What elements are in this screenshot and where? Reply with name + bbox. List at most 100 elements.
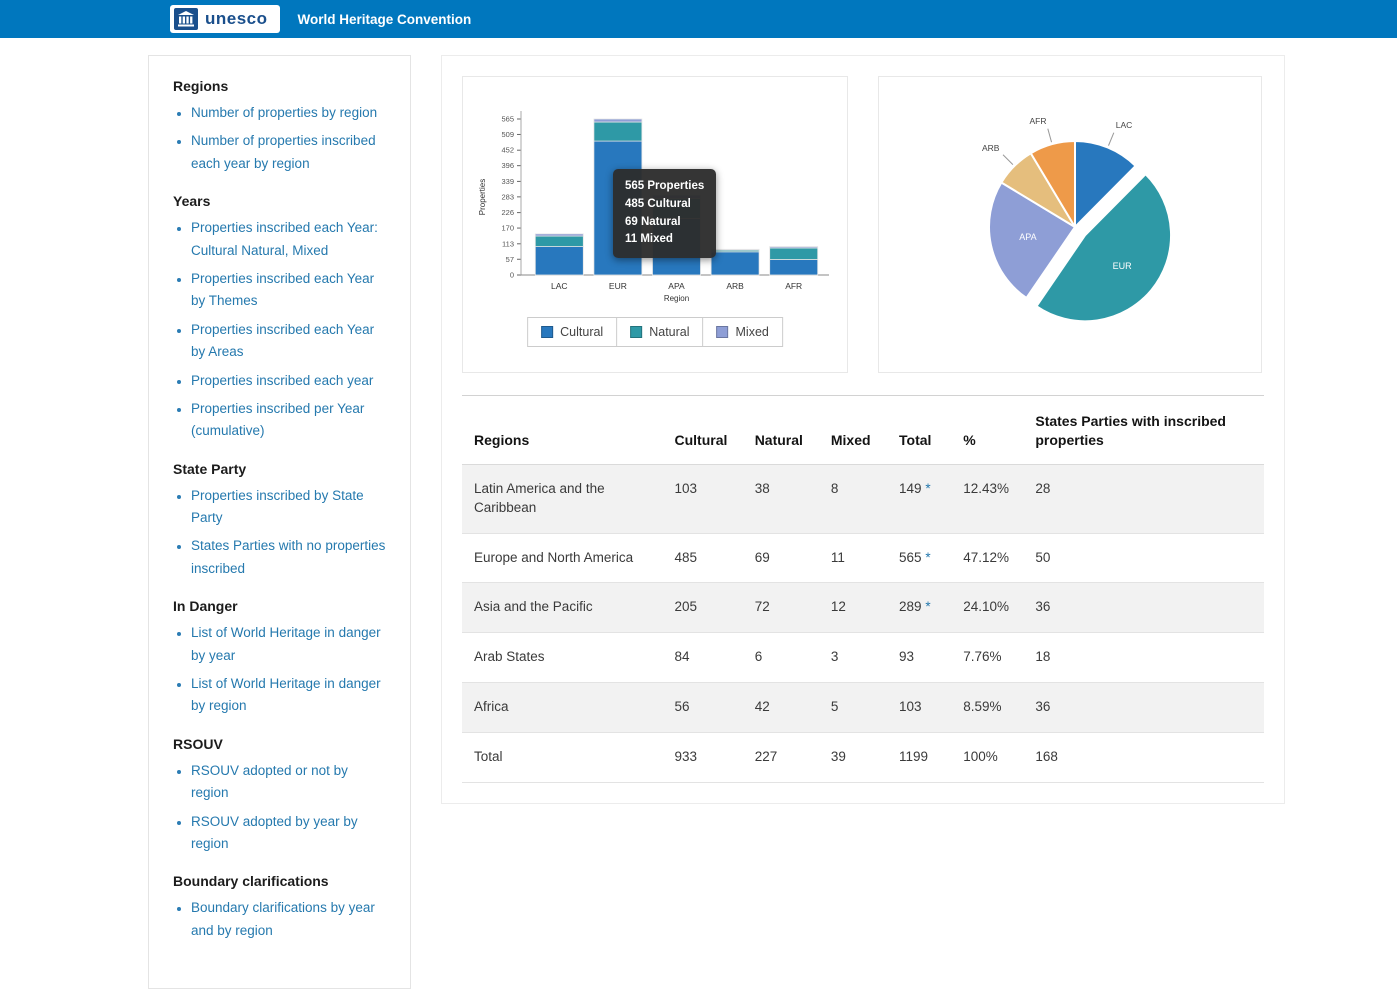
table-cell: 8.59%	[951, 683, 1023, 733]
legend-swatch	[717, 326, 729, 338]
total-footnote-link[interactable]: *	[922, 550, 931, 565]
bar-segment-AFR-Natural[interactable]	[770, 248, 818, 260]
sidebar-item: Properties inscribed by State Party	[191, 485, 386, 530]
table-cell: 3	[819, 633, 887, 683]
sidebar-section-title: RSOUV	[173, 736, 386, 752]
column-header: Mixed	[819, 396, 887, 465]
bar-segment-AFR-Cultural[interactable]	[770, 260, 818, 275]
table-cell: 933	[663, 733, 743, 783]
sidebar-section-list: Number of properties by region Number of …	[173, 102, 386, 175]
table-cell: 103	[663, 464, 743, 533]
sidebar-section-title: State Party	[173, 461, 386, 477]
bar-segment-EUR-Mixed[interactable]	[594, 119, 642, 122]
table-cell: 485	[663, 533, 743, 583]
legend-swatch	[630, 326, 642, 338]
table-cell: Africa	[462, 683, 663, 733]
sidebar-link[interactable]: List of World Heritage in danger by year	[191, 625, 381, 662]
sidebar-item: RSOUV adopted by year by region	[191, 811, 386, 856]
sidebar-section-title: Years	[173, 193, 386, 209]
chart-tooltip: 565 Properties485 Cultural69 Natural11 M…	[613, 169, 716, 258]
sidebar-link[interactable]: RSOUV adopted or not by region	[191, 763, 348, 800]
table-cell: 69	[743, 533, 819, 583]
sidebar-section-title: In Danger	[173, 598, 386, 614]
svg-text:0: 0	[510, 271, 514, 280]
table-cell: 84	[663, 633, 743, 683]
total-footnote-link[interactable]: *	[922, 599, 931, 614]
table-cell: 289 *	[887, 583, 951, 633]
bar-chart-card: 057113170226283339396452509565LACEURAPAA…	[462, 76, 848, 373]
total-footnote-link[interactable]: *	[922, 481, 931, 496]
table-cell: 38	[743, 464, 819, 533]
column-header: Natural	[743, 396, 819, 465]
sidebar-item: States Parties with no properties inscri…	[191, 535, 386, 580]
bar-segment-AFR-Mixed[interactable]	[770, 247, 818, 248]
column-header: Cultural	[663, 396, 743, 465]
pie-label-APA: APA	[1019, 232, 1036, 242]
table-cell: 565 *	[887, 533, 951, 583]
table-cell: 11	[819, 533, 887, 583]
site-title: World Heritage Convention	[298, 12, 472, 27]
chart-legend: Cultural Natural Mixed	[527, 317, 783, 347]
table-cell: 24.10%	[951, 583, 1023, 633]
legend-item-cultural[interactable]: Cultural	[528, 318, 616, 346]
bar-segment-LAC-Cultural[interactable]	[535, 247, 583, 275]
sidebar-link[interactable]: Properties inscribed per Year (cumulativ…	[191, 401, 364, 438]
legend-item-natural[interactable]: Natural	[616, 318, 702, 346]
sidebar-link[interactable]: Properties inscribed each year	[191, 373, 373, 388]
sidebar-item: Number of properties inscribed each year…	[191, 130, 386, 175]
sidebar-link[interactable]: List of World Heritage in danger by regi…	[191, 676, 381, 713]
legend-swatch	[541, 326, 553, 338]
sidebar-link[interactable]: Properties inscribed each Year by Themes	[191, 271, 374, 308]
column-header: States Parties with inscribed properties	[1023, 396, 1264, 465]
tooltip-line: 485 Cultural	[625, 196, 704, 214]
table-cell: 47.12%	[951, 533, 1023, 583]
table-cell: 39	[819, 733, 887, 783]
table-cell: 5	[819, 683, 887, 733]
legend-label: Natural	[649, 325, 689, 339]
sidebar-link[interactable]: States Parties with no properties inscri…	[191, 538, 385, 575]
sidebar-item: Properties inscribed per Year (cumulativ…	[191, 398, 386, 443]
sidebar-link[interactable]: Number of properties inscribed each year…	[191, 133, 376, 170]
sidebar-link[interactable]: RSOUV adopted by year by region	[191, 814, 358, 851]
x-tick-label: ARB	[726, 281, 744, 291]
table-cell: 100%	[951, 733, 1023, 783]
regions-table: RegionsCulturalNaturalMixedTotal%States …	[462, 395, 1264, 783]
sidebar-link[interactable]: Properties inscribed each Year: Cultural…	[191, 220, 378, 257]
sidebar-item: Boundary clarifications by year and by r…	[191, 897, 386, 942]
sidebar-link[interactable]: Properties inscribed by State Party	[191, 488, 364, 525]
pie-label-ARB: ARB	[982, 143, 1000, 153]
unesco-logo[interactable]: unesco	[170, 5, 280, 33]
table-cell: 93	[887, 633, 951, 683]
table-cell: 1199	[887, 733, 951, 783]
table-row: Europe and North America4856911565 *47.1…	[462, 533, 1264, 583]
table-cell: 8	[819, 464, 887, 533]
bar-segment-ARB-Cultural[interactable]	[711, 252, 759, 275]
table-cell: 7.76%	[951, 633, 1023, 683]
sidebar-link[interactable]: Number of properties by region	[191, 105, 377, 120]
bar-segment-LAC-Mixed[interactable]	[535, 234, 583, 236]
table-cell: 42	[743, 683, 819, 733]
svg-text:452: 452	[501, 146, 514, 155]
table-cell: Latin America and the Caribbean	[462, 464, 663, 533]
table-cell: Europe and North America	[462, 533, 663, 583]
sidebar-item: Properties inscribed each Year by Themes	[191, 268, 386, 313]
top-bar: unesco World Heritage Convention	[0, 0, 1397, 38]
svg-text:57: 57	[506, 255, 514, 264]
sidebar-link[interactable]: Properties inscribed each Year by Areas	[191, 322, 374, 359]
table-row: Asia and the Pacific2057212289 *24.10%36	[462, 583, 1264, 633]
bar-segment-ARB-Mixed[interactable]	[711, 249, 759, 250]
svg-text:565: 565	[501, 115, 514, 124]
sidebar-item: RSOUV adopted or not by region	[191, 760, 386, 805]
sidebar: RegionsNumber of properties by regionNum…	[148, 55, 411, 989]
svg-text:226: 226	[501, 208, 514, 217]
pie-label-EUR: EUR	[1113, 261, 1133, 271]
sidebar-link[interactable]: Boundary clarifications by year and by r…	[191, 900, 375, 937]
x-axis-title: Region	[664, 294, 689, 303]
sidebar-section-list: RSOUV adopted or not by region RSOUV adop…	[173, 760, 386, 856]
legend-item-mixed[interactable]: Mixed	[703, 318, 782, 346]
pie-chart-card: LACEURAPAARBAFR	[878, 76, 1262, 373]
bar-segment-LAC-Natural[interactable]	[535, 236, 583, 246]
bar-segment-EUR-Natural[interactable]	[594, 122, 642, 141]
svg-text:339: 339	[501, 177, 514, 186]
x-tick-label: EUR	[609, 281, 627, 291]
